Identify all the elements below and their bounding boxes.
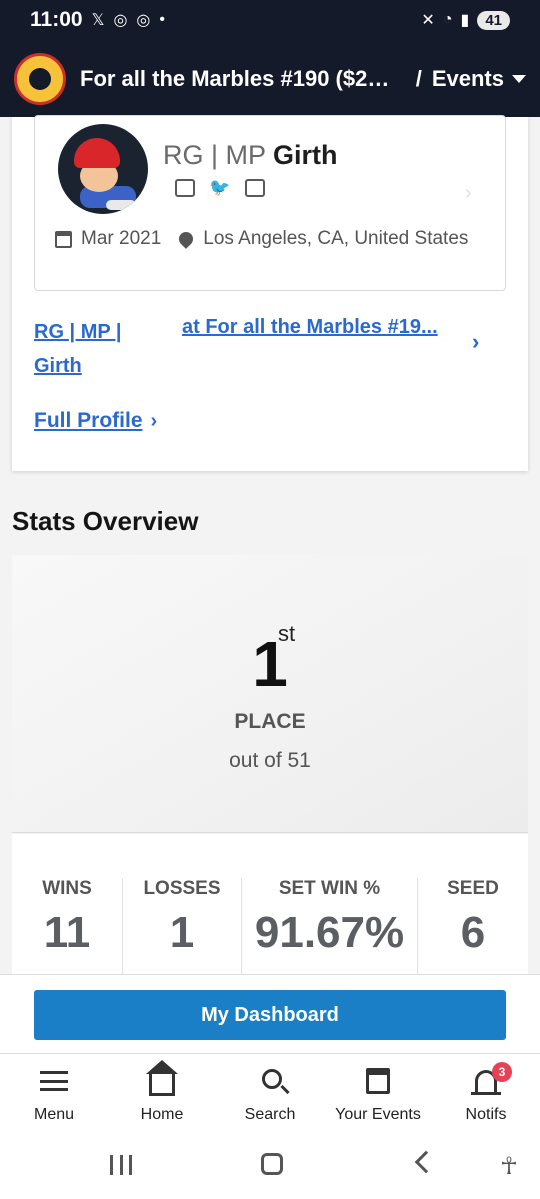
profile-meta: Mar 2021 Los Angeles, CA, United States (55, 228, 468, 250)
nav-search[interactable]: Search (216, 1054, 324, 1138)
nav-menu[interactable]: Menu (0, 1054, 108, 1138)
recent-apps-icon[interactable] (110, 1155, 132, 1175)
stat-seed: SEED 6 (418, 878, 528, 974)
nav-label: Home (140, 1106, 184, 1123)
stat-value: 1 (169, 908, 195, 957)
wifi-icon: ◔ (442, 11, 453, 28)
chevron-right-icon: › (465, 182, 472, 204)
social-links: 🐦 (175, 178, 265, 198)
chevron-right-icon[interactable]: › (472, 329, 479, 355)
player-card: RG | MP Girth 🐦 › Mar 2021 Los Angeles, … (12, 115, 528, 471)
nav-label: Your Events (335, 1106, 421, 1123)
mute-icon: ✕ (421, 12, 435, 29)
signal-icon: ▮ (460, 12, 470, 29)
placement-suffix: st (278, 621, 296, 646)
breadcrumb-user-link[interactable]: RG | MP | Girth (34, 315, 144, 383)
home-icon (146, 1060, 178, 1096)
placement-total: out of 51 (229, 749, 311, 772)
stat-losses: LOSSES 1 (123, 878, 242, 974)
stat-label: WINS (42, 878, 92, 899)
system-nav-bar: ☥ (0, 1138, 540, 1199)
calendar-icon (55, 230, 72, 248)
stat-label: SET WIN % (278, 878, 381, 899)
notification-badge: 3 (492, 1062, 512, 1082)
bottom-nav: Menu Home Search Your Events 3 Notifs (0, 1054, 540, 1138)
profile-summary[interactable]: RG | MP Girth 🐦 › Mar 2021 Los Angeles, … (34, 115, 506, 291)
stat-wins: WINS 11 (12, 878, 123, 974)
instagram-icon: ◎ (136, 12, 151, 29)
chevron-down-icon[interactable] (512, 74, 526, 83)
placement-number: 1 (252, 628, 288, 700)
app-header: For all the Marbles #190 ($20 ... / Even… (0, 40, 540, 117)
calendar-icon (366, 1068, 390, 1094)
breadcrumb-event-link[interactable]: at For all the Marbles #19... (182, 315, 462, 339)
stat-value: 6 (460, 908, 486, 957)
back-icon[interactable] (414, 1150, 438, 1174)
header-separator: / (415, 65, 422, 91)
twitch-icon[interactable] (175, 179, 195, 197)
stat-label: SEED (447, 878, 499, 899)
tournament-title[interactable]: For all the Marbles #190 ($20 ... (80, 66, 398, 92)
placement-panel: 1 st PLACE out of 51 (12, 555, 528, 833)
discord-icon[interactable] (245, 179, 265, 197)
stat-label: LOSSES (143, 878, 221, 899)
full-profile-label: Full Profile (34, 409, 143, 432)
player-name: RG | MP Girth (163, 140, 338, 171)
battery-indicator: 41 (477, 10, 510, 30)
nav-home[interactable]: Home (108, 1054, 216, 1138)
joined-date: Mar 2021 (81, 228, 162, 249)
full-profile-link[interactable]: Full Profile › (34, 409, 157, 433)
chevron-right-icon: › (150, 410, 158, 432)
nav-notifs[interactable]: 3 Notifs (432, 1054, 540, 1138)
nav-label: Search (244, 1106, 296, 1123)
nav-label: Notifs (465, 1106, 507, 1123)
search-icon (262, 1069, 282, 1089)
stat-value: 91.67% (254, 908, 405, 957)
menu-icon (40, 1071, 68, 1091)
x-icon: 𝕏 (91, 12, 105, 29)
dot-icon: • (159, 11, 165, 28)
home-button-icon[interactable] (261, 1153, 283, 1175)
events-dropdown[interactable]: Events (432, 66, 504, 92)
dashboard-bar: My Dashboard (0, 974, 540, 1054)
sponsor-prefix: RG | MP (163, 140, 266, 170)
avatar (58, 124, 148, 214)
accessibility-icon[interactable]: ☥ (500, 1152, 518, 1181)
stats-overview-heading: Stats Overview (12, 506, 199, 536)
tournament-logo-icon[interactable] (14, 52, 66, 105)
player-location: Los Angeles, CA, United States (203, 228, 469, 249)
status-bar: 11:00 𝕏 ◎ ◎ • ✕ ◔ ▮ 41 (0, 0, 540, 40)
location-pin-icon (176, 229, 197, 249)
status-time: 11:00 (30, 8, 83, 31)
nav-your-events[interactable]: Your Events (324, 1054, 432, 1138)
twitter-icon[interactable]: 🐦 (209, 178, 231, 198)
nav-label: Menu (33, 1106, 75, 1123)
instagram-icon: ◎ (113, 12, 128, 29)
stats-row: WINS 11 LOSSES 1 SET WIN % 91.67% SEED 6 (12, 834, 528, 974)
my-dashboard-button[interactable]: My Dashboard (34, 990, 506, 1040)
placement-label: PLACE (234, 710, 306, 733)
stat-set-win-percent: SET WIN % 91.67% (242, 878, 418, 974)
gamer-tag: Girth (273, 140, 338, 170)
stat-value: 11 (43, 908, 91, 957)
